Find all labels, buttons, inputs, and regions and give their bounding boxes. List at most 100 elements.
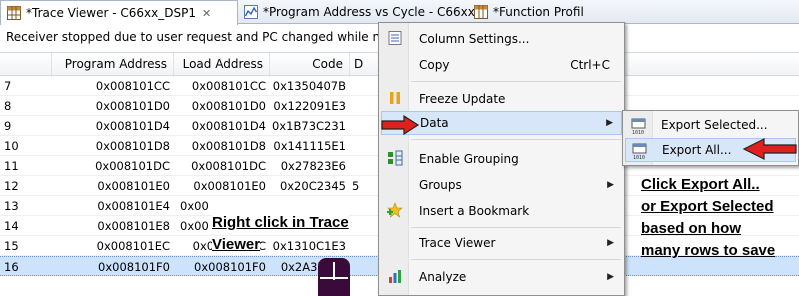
context-menu: Column Settings... Copy Ctrl+C Freeze Up… <box>378 22 625 296</box>
load-address-cell: 0x008101E0 <box>193 179 266 193</box>
tab-program-address-vs-cycle[interactable]: *Program Address vs Cycle - C66xx_DSP1 <box>238 0 478 24</box>
tab-label: *Program Address vs Cycle - C66xx_DSP1 <box>263 5 478 19</box>
grouping-icon <box>388 150 403 166</box>
program-address-cell: 0x008101D8 <box>95 139 170 153</box>
bookmark-add-icon <box>387 202 403 218</box>
analyze-icon <box>389 270 401 283</box>
menu-item-groups[interactable]: Groups ▶ <box>381 173 622 197</box>
table-icon <box>7 6 21 20</box>
tab-trace-viewer[interactable]: *Trace Viewer - C66xx_DSP1 ✕ <box>0 0 238 25</box>
columns-icon <box>388 31 402 45</box>
svg-text:1010: 1010 <box>632 130 644 135</box>
submenu-arrow-icon: ▶ <box>606 118 613 128</box>
row-index: 9 <box>4 119 12 133</box>
column-header-index[interactable] <box>0 53 52 77</box>
submenu-item-label: Export All... <box>662 143 732 157</box>
row-index: 13 <box>4 199 19 213</box>
program-address-cell: 0x008101EC <box>96 239 170 253</box>
load-address-cell: 0x00 <box>180 199 209 213</box>
load-address-cell: 0x008101F0 <box>194 260 266 274</box>
mouse-cursor-icon <box>318 258 350 296</box>
submenu-item-export-selected[interactable]: 1010 Export Selected... <box>625 114 796 138</box>
table-icon <box>474 5 488 19</box>
row-index: 11 <box>4 159 19 173</box>
code-cell: 0x1310C1E3 <box>272 239 346 253</box>
menu-item-label: Column Settings... <box>419 32 530 46</box>
row-index: 10 <box>4 139 19 153</box>
d-cell: 5 <box>352 179 360 193</box>
row-index: 16 <box>4 260 19 274</box>
shortcut-label: Ctrl+C <box>570 58 610 72</box>
menu-item-enable-grouping[interactable]: Enable Grouping <box>381 147 622 171</box>
program-address-cell: 0x008101DC <box>95 159 170 173</box>
row-index: 12 <box>4 179 19 193</box>
load-address-cell: 0x008101D4 <box>191 119 266 133</box>
menu-separator <box>411 139 621 140</box>
code-cell: 0x27823E6 <box>280 159 346 173</box>
program-address-cell: 0x008101D0 <box>95 99 170 113</box>
menu-separator <box>411 81 621 82</box>
red-arrow-to-data-icon <box>381 115 420 135</box>
menu-item-trace-viewer[interactable]: Trace Viewer ▶ <box>381 231 622 255</box>
annotation-export-line3: based on how <box>641 220 742 237</box>
export-icon: 1010 <box>631 118 646 135</box>
program-address-cell: 0x008101E4 <box>97 199 170 213</box>
tab-label: *Function Profil <box>493 5 584 19</box>
menu-item-label: Analyze <box>419 270 467 284</box>
pause-icon <box>390 92 400 104</box>
column-header-load-address[interactable]: Load Address <box>174 53 270 77</box>
cursor-icon <box>320 262 348 280</box>
code-cell: 0x141115E1 <box>273 139 346 153</box>
menu-item-label: Copy <box>419 58 450 72</box>
menu-item-label: Data <box>420 116 449 130</box>
load-address-cell: 0x008101DC <box>191 159 266 173</box>
editor-tab-bar: *Trace Viewer - C66xx_DSP1 ✕ *Program Ad… <box>0 0 799 25</box>
program-address-cell: 0x008101E8 <box>97 219 170 233</box>
row-index: 14 <box>4 219 19 233</box>
code-cell: 0x1350407B <box>272 79 346 93</box>
menu-item-label: Groups <box>419 178 462 192</box>
submenu-arrow-icon: ▶ <box>607 238 614 248</box>
menu-item-label: Insert a Bookmark <box>419 204 530 218</box>
column-header-d[interactable]: D <box>350 53 380 77</box>
program-address-cell: 0x008101E0 <box>97 179 170 193</box>
menu-item-column-settings[interactable]: Column Settings... <box>381 27 622 51</box>
code-cell: 0x20C2345 <box>279 179 346 193</box>
menu-separator <box>411 227 621 228</box>
tab-function-profile[interactable]: *Function Profil <box>468 0 628 24</box>
menu-item-insert-bookmark[interactable]: Insert a Bookmark <box>381 199 622 223</box>
export-icon: 1010 <box>632 143 647 160</box>
row-index: 15 <box>4 239 19 253</box>
menu-item-label: Trace Viewer <box>419 236 496 250</box>
menu-item-freeze-update[interactable]: Freeze Update <box>381 87 622 111</box>
red-arrow-to-export-all-icon <box>742 138 797 160</box>
program-address-cell: 0x008101CC <box>95 79 170 93</box>
submenu-arrow-icon: ▶ <box>607 180 614 190</box>
menu-separator <box>411 259 621 260</box>
annotation-export-line2: or Export Selected <box>641 198 774 215</box>
program-address-cell: 0x008101D4 <box>95 119 170 133</box>
annotation-export-line4: many rows to save <box>641 242 776 259</box>
code-cell: 0x122091E3 <box>273 99 346 113</box>
program-address-cell: 0x008101F0 <box>98 260 170 274</box>
submenu-arrow-icon: ▶ <box>607 272 614 282</box>
annotation-export-line1: Click Export All.. <box>641 176 760 193</box>
row-index: 7 <box>4 79 12 93</box>
column-header-code[interactable]: Code <box>270 53 350 77</box>
code-cell: 0x1B73C231 <box>272 119 346 133</box>
chart-icon <box>244 5 258 19</box>
menu-item-copy[interactable]: Copy Ctrl+C <box>381 53 622 77</box>
load-address-cell: 0x008101D0 <box>191 99 266 113</box>
load-address-cell: 0x008101D8 <box>191 139 266 153</box>
row-index: 8 <box>4 99 12 113</box>
menu-item-analyze[interactable]: Analyze ▶ <box>381 265 622 289</box>
close-icon[interactable]: ✕ <box>202 7 211 20</box>
load-address-cell: 0x008101CC <box>191 79 266 93</box>
column-header-program-address[interactable]: Program Address <box>52 53 174 77</box>
submenu-item-label: Export Selected... <box>661 118 768 132</box>
menu-item-label: Freeze Update <box>419 92 506 106</box>
annotation-right-click-line1: Right click in Trace <box>212 214 349 231</box>
svg-text:1010: 1010 <box>633 155 645 160</box>
annotation-right-click-line2: Viewer <box>212 236 261 253</box>
tab-label: *Trace Viewer - C66xx_DSP1 <box>26 6 196 20</box>
